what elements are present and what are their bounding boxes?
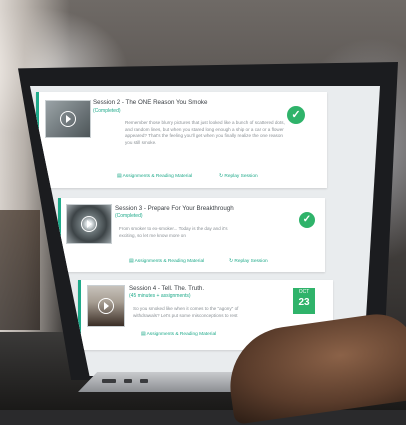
session-description: Remember those blurry pictures that just… [125, 120, 285, 145]
session-title[interactable]: Session 2 - The ONE Reason You Smoke [93, 99, 207, 106]
session-title[interactable]: Session 4 - Tell. The. Truth. [129, 285, 204, 292]
date-month: OCT [298, 289, 310, 295]
laptop-port [124, 379, 132, 383]
date-badge: OCT 23 [293, 288, 315, 314]
session-thumbnail[interactable] [45, 100, 91, 138]
play-icon[interactable] [98, 298, 114, 314]
assignments-link[interactable]: ▤ Assignments & Reading Material [129, 259, 204, 264]
session-thumbnail[interactable] [66, 204, 112, 244]
assignments-link[interactable]: ▤ Assignments & Reading Material [117, 174, 192, 179]
session-status: (Completed) [93, 108, 121, 114]
laptop-port [102, 379, 116, 383]
replay-link[interactable]: ↻ Replay Session [229, 259, 268, 264]
session-card[interactable]: Session 2 - The ONE Reason You Smoke (Co… [36, 92, 327, 188]
date-day: 23 [298, 297, 310, 308]
background-object-left [0, 210, 40, 330]
replay-link[interactable]: ↻ Replay Session [219, 174, 258, 179]
session-description: From smoker to ex-smoker... Today is the… [119, 226, 228, 238]
play-icon[interactable] [81, 216, 97, 232]
laptop-port [140, 379, 148, 383]
session-description: So you smoked like when it comes to the … [133, 306, 239, 318]
session-status: (Completed) [115, 213, 143, 219]
session-card[interactable]: Session 3 - Prepare For Your Breakthroug… [58, 198, 325, 272]
session-thumbnail[interactable] [87, 285, 125, 327]
session-status: (45 minutes + assignments) [129, 293, 191, 299]
play-icon[interactable] [60, 111, 76, 127]
checkmark-icon: ✓ [299, 212, 315, 228]
session-title[interactable]: Session 3 - Prepare For Your Breakthroug… [115, 205, 234, 212]
assignments-link[interactable]: ▤ Assignments & Reading Material [141, 332, 216, 337]
checkmark-icon: ✓ [287, 106, 305, 124]
